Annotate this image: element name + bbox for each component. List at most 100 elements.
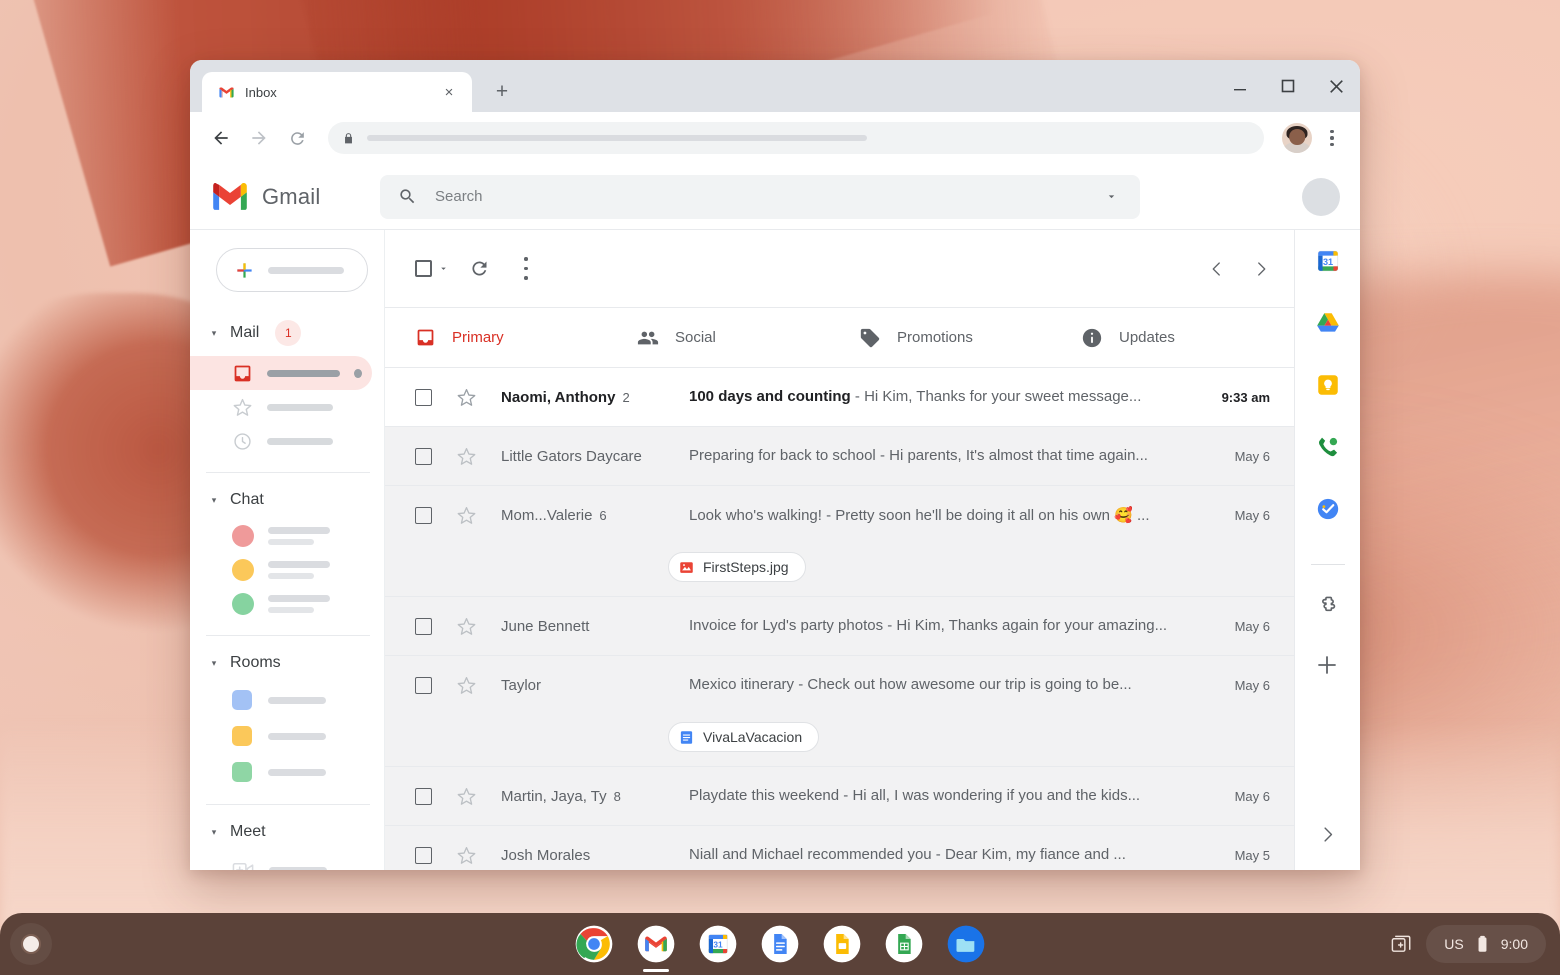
forward-arrow-icon[interactable] xyxy=(242,121,276,155)
row-checkbox[interactable] xyxy=(415,507,432,524)
shelf-item-docs[interactable] xyxy=(760,924,800,964)
plus-icon xyxy=(235,261,254,280)
maximize-button[interactable] xyxy=(1264,60,1312,112)
gmail-header: Gmail xyxy=(190,164,1360,230)
sidebar-item-starred-label xyxy=(267,404,333,411)
row-checkbox[interactable] xyxy=(415,677,432,694)
tab-promotions[interactable]: Promotions xyxy=(837,308,1059,367)
tab-primary[interactable]: Primary xyxy=(393,308,615,367)
system-tray: US 9:00 xyxy=(1380,925,1546,963)
status-area[interactable]: US 9:00 xyxy=(1426,925,1546,963)
back-arrow-icon[interactable] xyxy=(204,121,238,155)
gmail-logo[interactable]: Gmail xyxy=(212,183,380,211)
sidebar-room-item[interactable] xyxy=(190,754,384,790)
screen-capture-icon[interactable] xyxy=(1380,925,1422,963)
sidebar-item-inbox[interactable] xyxy=(190,356,372,390)
sender-name: Mom...Valerie xyxy=(501,507,592,524)
chevron-down-icon[interactable] xyxy=(1097,190,1126,203)
row-checkbox[interactable] xyxy=(415,389,432,406)
tasks-icon[interactable] xyxy=(1315,496,1341,522)
sidebar-section-chat-header[interactable]: ▾ Chat xyxy=(190,487,384,519)
email-sender: Josh Morales xyxy=(501,847,689,864)
shelf-item-gmail[interactable] xyxy=(636,924,676,964)
row-checkbox[interactable] xyxy=(415,618,432,635)
table-row[interactable]: Little Gators Daycare Preparing for back… xyxy=(385,427,1294,486)
sidebar-section-meet-header[interactable]: ▾ Meet xyxy=(190,819,384,851)
row-checkbox[interactable] xyxy=(415,788,432,805)
shelf-item-chrome[interactable] xyxy=(574,924,614,964)
browser-tab-inbox[interactable]: Inbox × xyxy=(202,72,472,112)
close-window-button[interactable] xyxy=(1312,60,1360,112)
drive-icon[interactable] xyxy=(1315,310,1341,336)
email-snippet: Hi Kim, Thanks again for your amazing... xyxy=(896,617,1167,634)
table-row[interactable]: Martin, Jaya, Ty 8 Playdate this weekend… xyxy=(385,767,1294,826)
table-row[interactable]: Mom...Valerie 6 Look who's walking! - Pr… xyxy=(385,486,1294,597)
shelf-item-files[interactable] xyxy=(946,924,986,964)
sidebar-chat-item[interactable] xyxy=(190,587,384,621)
info-icon xyxy=(1081,327,1103,349)
sidebar-chat-item[interactable] xyxy=(190,519,384,553)
sidebar-item-starred[interactable] xyxy=(190,390,372,424)
sidebar-divider xyxy=(206,804,370,805)
star-icon[interactable] xyxy=(456,786,477,807)
address-bar-url xyxy=(367,135,867,141)
browser-menu-icon[interactable] xyxy=(1318,121,1346,155)
shelf-item-sheets[interactable] xyxy=(884,924,924,964)
attachment-chip[interactable]: FirstSteps.jpg xyxy=(668,552,806,582)
row-checkbox[interactable] xyxy=(415,847,432,864)
tab-social[interactable]: Social xyxy=(615,308,837,367)
sidebar-item-snoozed[interactable] xyxy=(190,424,372,458)
compose-button[interactable] xyxy=(216,248,368,292)
star-icon[interactable] xyxy=(456,505,477,526)
chat-avatar xyxy=(232,525,254,547)
table-row[interactable]: Naomi, Anthony 2 100 days and counting -… xyxy=(385,368,1294,427)
reload-icon[interactable] xyxy=(280,121,314,155)
search-input[interactable] xyxy=(435,188,1079,205)
plus-icon[interactable] xyxy=(1315,653,1341,679)
attachment-chip[interactable]: VivaLaVacacion xyxy=(668,722,819,752)
star-icon[interactable] xyxy=(456,675,477,696)
close-icon[interactable]: × xyxy=(438,81,460,103)
table-row[interactable]: Josh Morales Niall and Michael recommend… xyxy=(385,826,1294,870)
launcher-button[interactable] xyxy=(10,923,52,965)
account-avatar[interactable] xyxy=(1302,178,1340,216)
voice-icon[interactable] xyxy=(1315,434,1341,460)
table-row[interactable]: Taylor Mexico itinerary - Check out how … xyxy=(385,656,1294,767)
more-options-button[interactable] xyxy=(512,252,540,286)
sidebar-room-item[interactable] xyxy=(190,718,384,754)
refresh-button[interactable] xyxy=(469,258,490,279)
sidebar-item-new-meeting[interactable] xyxy=(190,851,384,870)
addons-puzzle-icon[interactable] xyxy=(1315,591,1341,617)
star-icon[interactable] xyxy=(456,616,477,637)
tab-updates[interactable]: Updates xyxy=(1059,308,1281,367)
minimize-button[interactable] xyxy=(1216,60,1264,112)
new-tab-button[interactable]: + xyxy=(484,74,520,110)
star-icon[interactable] xyxy=(456,845,477,866)
row-checkbox[interactable] xyxy=(415,448,432,465)
sidebar-room-item[interactable] xyxy=(190,682,384,718)
email-snippet: Check out how awesome our trip is going … xyxy=(807,676,1131,693)
previous-page-button[interactable] xyxy=(1208,260,1226,278)
address-bar[interactable] xyxy=(328,122,1264,154)
email-content: Preparing for back to school - Hi parent… xyxy=(689,447,1174,465)
table-row[interactable]: June Bennett Invoice for Lyd's party pho… xyxy=(385,597,1294,656)
shelf-item-calendar[interactable]: 31 xyxy=(698,924,738,964)
sidebar-section-rooms-header[interactable]: ▾ Rooms xyxy=(190,650,384,682)
email-date: May 6 xyxy=(1174,789,1270,804)
calendar-icon[interactable]: 31 xyxy=(1315,248,1341,274)
email-content: Invoice for Lyd's party photos - Hi Kim,… xyxy=(689,617,1174,635)
next-page-button[interactable] xyxy=(1252,260,1270,278)
room-label xyxy=(268,769,326,776)
avatar[interactable] xyxy=(1282,123,1312,153)
keep-icon[interactable] xyxy=(1315,372,1341,398)
expand-panel-button[interactable] xyxy=(1318,825,1337,844)
shelf-item-slides[interactable] xyxy=(822,924,862,964)
search-bar[interactable] xyxy=(380,175,1140,219)
star-icon[interactable] xyxy=(456,387,477,408)
sidebar-section-mail-header[interactable]: ▾ Mail 1 xyxy=(190,316,384,356)
star-icon[interactable] xyxy=(456,446,477,467)
chevron-down-icon[interactable] xyxy=(438,263,449,274)
sender-name: June Bennett xyxy=(501,618,589,635)
sidebar-chat-item[interactable] xyxy=(190,553,384,587)
select-all-checkbox[interactable] xyxy=(415,260,449,277)
